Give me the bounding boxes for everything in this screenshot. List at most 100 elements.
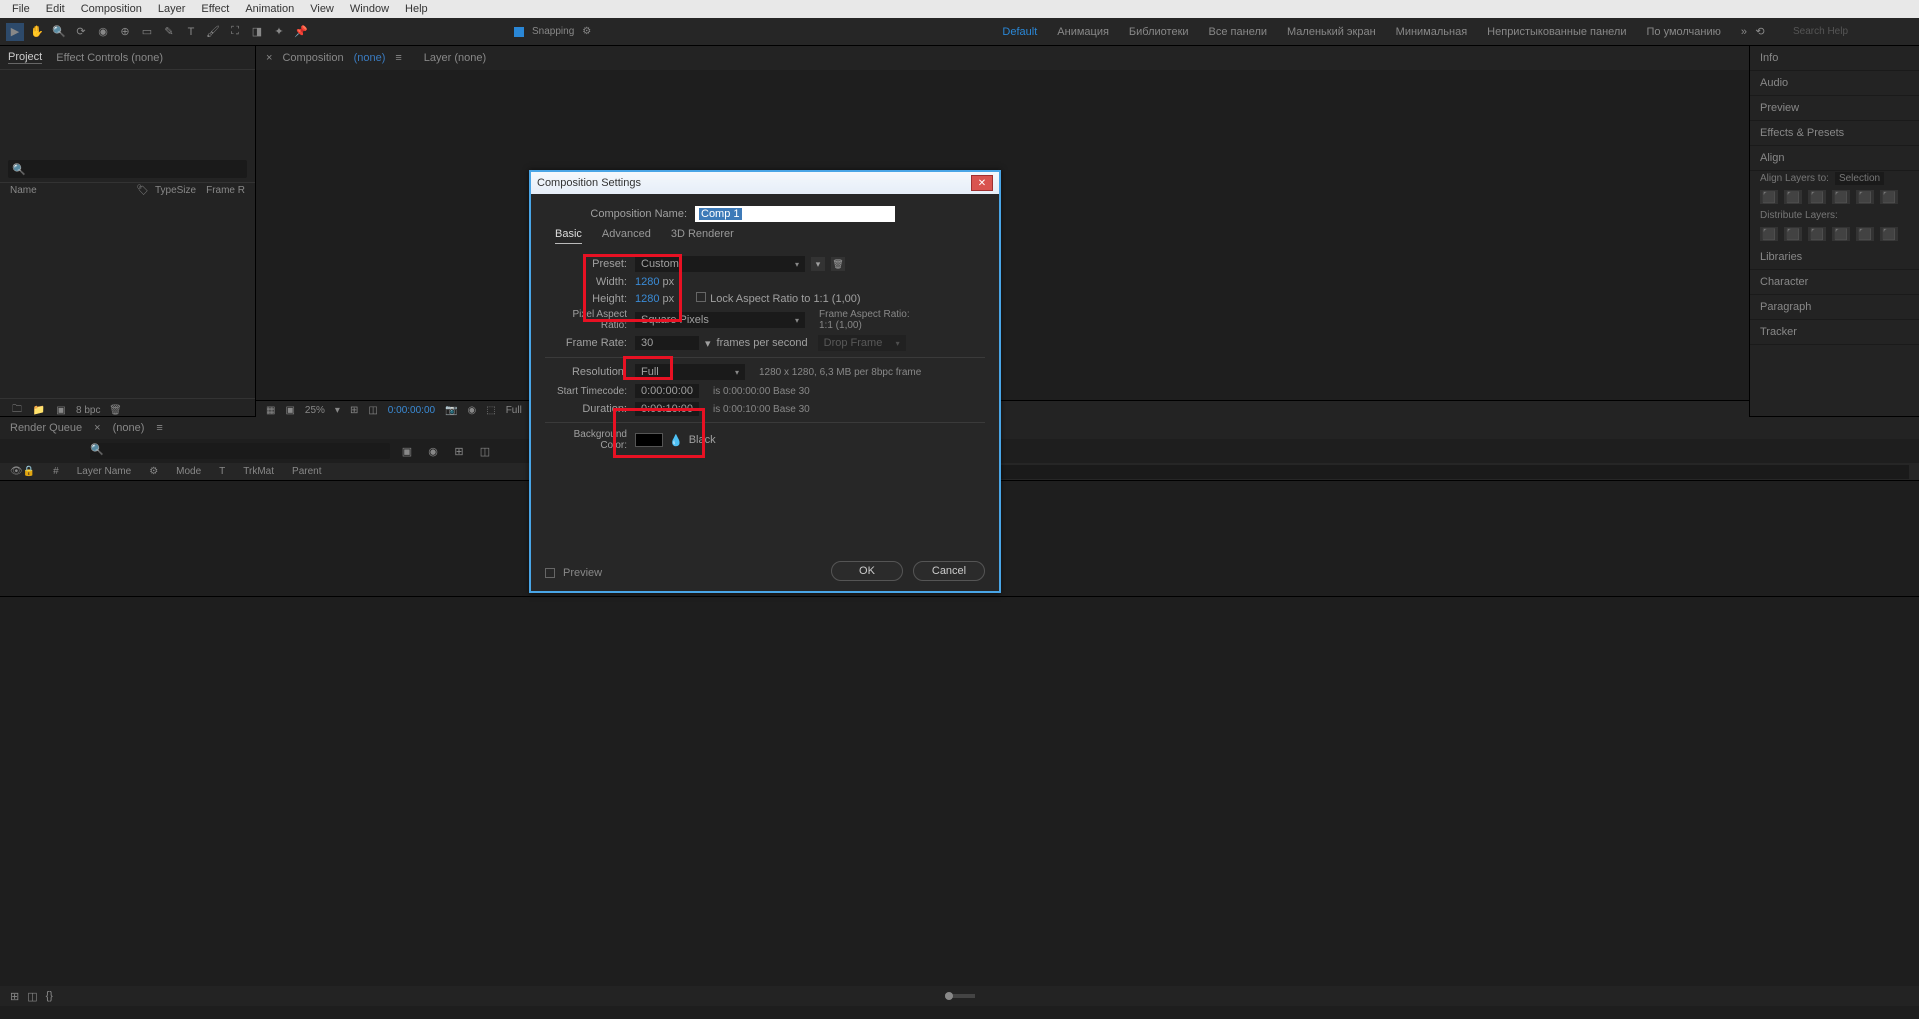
menu-edit[interactable]: Edit	[38, 3, 73, 15]
menu-composition[interactable]: Composition	[73, 3, 150, 15]
eraser-tool-icon[interactable]: ◨	[248, 23, 266, 41]
workspace-animation[interactable]: Анимация	[1057, 26, 1109, 38]
tab-basic[interactable]: Basic	[555, 228, 582, 244]
align-right-icon[interactable]: ⬛	[1808, 190, 1826, 204]
tab-advanced[interactable]: Advanced	[602, 228, 651, 244]
workspace-undocked[interactable]: Непристыкованные панели	[1487, 26, 1626, 38]
align-target-dropdown[interactable]: Selection	[1835, 172, 1884, 185]
zoom-tool-icon[interactable]: 🔍	[50, 23, 68, 41]
resolution-dropdown[interactable]: Full	[506, 405, 522, 416]
dist-bottom-icon[interactable]: ⬛	[1808, 227, 1826, 241]
tab-effect-controls[interactable]: Effect Controls (none)	[56, 52, 163, 64]
timeline-search-input[interactable]: 🔍	[90, 443, 390, 459]
menu-file[interactable]: File	[4, 3, 38, 15]
width-input[interactable]: 1280	[635, 276, 659, 288]
col-t[interactable]: T	[219, 466, 225, 477]
col-type[interactable]: Type	[155, 185, 177, 196]
tl-icon-3[interactable]: ⊞	[450, 442, 468, 460]
interpret-footage-icon[interactable]: 🗀	[10, 403, 24, 417]
panel-libraries[interactable]: Libraries	[1750, 245, 1919, 270]
workspace-allpanels[interactable]: Все панели	[1209, 26, 1267, 38]
menu-effect[interactable]: Effect	[193, 3, 237, 15]
panel-effects-presets[interactable]: Effects & Presets	[1750, 121, 1919, 146]
frame-rate-input[interactable]: 30	[635, 336, 699, 350]
project-search-input[interactable]: 🔍	[8, 160, 247, 178]
col-mode[interactable]: Mode	[176, 466, 201, 477]
menu-layer[interactable]: Layer	[150, 3, 194, 15]
col-trkmat[interactable]: TrkMat	[243, 466, 274, 477]
workspace-standard[interactable]: По умолчанию	[1646, 26, 1720, 38]
dist-left-icon[interactable]: ⬛	[1832, 227, 1850, 241]
col-name[interactable]: Name	[10, 185, 130, 196]
col-size[interactable]: Size	[177, 185, 196, 196]
channel-icon[interactable]: ▣	[285, 405, 294, 416]
tl-icon-2[interactable]: ◉	[424, 442, 442, 460]
par-dropdown[interactable]: Square Pixels▾	[635, 312, 805, 328]
sync-icon[interactable]: ⟲	[1751, 23, 1769, 41]
panel-character[interactable]: Character	[1750, 270, 1919, 295]
rotate-tool-icon[interactable]: ⟳	[72, 23, 90, 41]
align-left-icon[interactable]: ⬛	[1760, 190, 1778, 204]
menu-animation[interactable]: Animation	[237, 3, 302, 15]
show-snapshot-icon[interactable]: ◉	[468, 405, 477, 416]
delete-preset-icon[interactable]: 🗑	[831, 257, 845, 271]
panel-preview[interactable]: Preview	[1750, 96, 1919, 121]
workspace-libraries[interactable]: Библиотеки	[1129, 26, 1189, 38]
grid-icon[interactable]: ▦	[266, 405, 275, 416]
text-tool-icon[interactable]: T	[182, 23, 200, 41]
panel-align[interactable]: Align	[1750, 146, 1919, 171]
panel-paragraph[interactable]: Paragraph	[1750, 295, 1919, 320]
tl-icon-1[interactable]: ▣	[398, 442, 416, 460]
menu-window[interactable]: Window	[342, 3, 397, 15]
bg-color-swatch[interactable]	[635, 433, 663, 447]
save-preset-icon[interactable]: ▾	[811, 257, 825, 271]
dist-hcenter-icon[interactable]: ⬛	[1856, 227, 1874, 241]
align-vcenter-icon[interactable]: ⬛	[1856, 190, 1874, 204]
duration-input[interactable]: 0:00:10:00	[635, 402, 699, 416]
rect-tool-icon[interactable]: ▭	[138, 23, 156, 41]
align-bottom-icon[interactable]: ⬛	[1880, 190, 1898, 204]
preview-checkbox[interactable]	[545, 568, 555, 578]
dist-right-icon[interactable]: ⬛	[1880, 227, 1898, 241]
col-parent[interactable]: Parent	[292, 466, 321, 477]
align-top-icon[interactable]: ⬛	[1832, 190, 1850, 204]
cancel-button[interactable]: Cancel	[913, 561, 985, 581]
tab-3d-renderer[interactable]: 3D Renderer	[671, 228, 734, 244]
col-layer-name[interactable]: Layer Name	[77, 466, 131, 477]
resolution-icon[interactable]: ⊞	[350, 405, 358, 416]
workspace-default[interactable]: Default	[1002, 26, 1037, 38]
selection-tool-icon[interactable]: ▶	[6, 23, 24, 41]
stamp-tool-icon[interactable]: ⛶	[226, 23, 244, 41]
dist-vcenter-icon[interactable]: ⬛	[1784, 227, 1802, 241]
workspace-minimal[interactable]: Минимальная	[1396, 26, 1468, 38]
menu-view[interactable]: View	[302, 3, 342, 15]
col-framer[interactable]: Frame R	[206, 185, 245, 196]
start-timecode-input[interactable]: 0:00:00:00	[635, 384, 699, 398]
zoom-dropdown[interactable]: 25%	[305, 405, 325, 416]
eyedropper-icon[interactable]: 💧	[669, 434, 683, 447]
modes-icon[interactable]: ◫	[27, 990, 37, 1003]
panel-tracker[interactable]: Tracker	[1750, 320, 1919, 345]
new-comp-icon[interactable]: ▣	[54, 403, 68, 417]
search-help-input[interactable]: Search Help	[1793, 26, 1913, 37]
dist-top-icon[interactable]: ⬛	[1760, 227, 1778, 241]
height-input[interactable]: 1280	[635, 293, 659, 305]
menu-help[interactable]: Help	[397, 3, 436, 15]
col-index[interactable]: #	[53, 466, 59, 477]
tab-menu-icon[interactable]: ≡	[395, 52, 401, 64]
tl-icon-4[interactable]: ◫	[476, 442, 494, 460]
tab-render-queue[interactable]: Render Queue	[10, 422, 82, 434]
snapshot-icon[interactable]: 📷	[445, 405, 457, 416]
workspace-more-icon[interactable]: »	[1741, 26, 1747, 38]
tab-composition-none[interactable]: (none)	[354, 52, 386, 64]
camera-tool-icon[interactable]: ◉	[94, 23, 112, 41]
hand-tool-icon[interactable]: ✋	[28, 23, 46, 41]
mask-icon[interactable]: ◫	[368, 405, 377, 416]
switches-icon[interactable]: ⊞	[10, 990, 19, 1003]
tab-project[interactable]: Project	[8, 51, 42, 64]
ok-button[interactable]: OK	[831, 561, 903, 581]
workspace-smallscreen[interactable]: Маленький экран	[1287, 26, 1376, 38]
current-time[interactable]: 0:00:00:00	[388, 405, 435, 416]
tab-close-icon[interactable]: ×	[94, 422, 100, 434]
close-tab-icon[interactable]: ×	[266, 52, 272, 64]
